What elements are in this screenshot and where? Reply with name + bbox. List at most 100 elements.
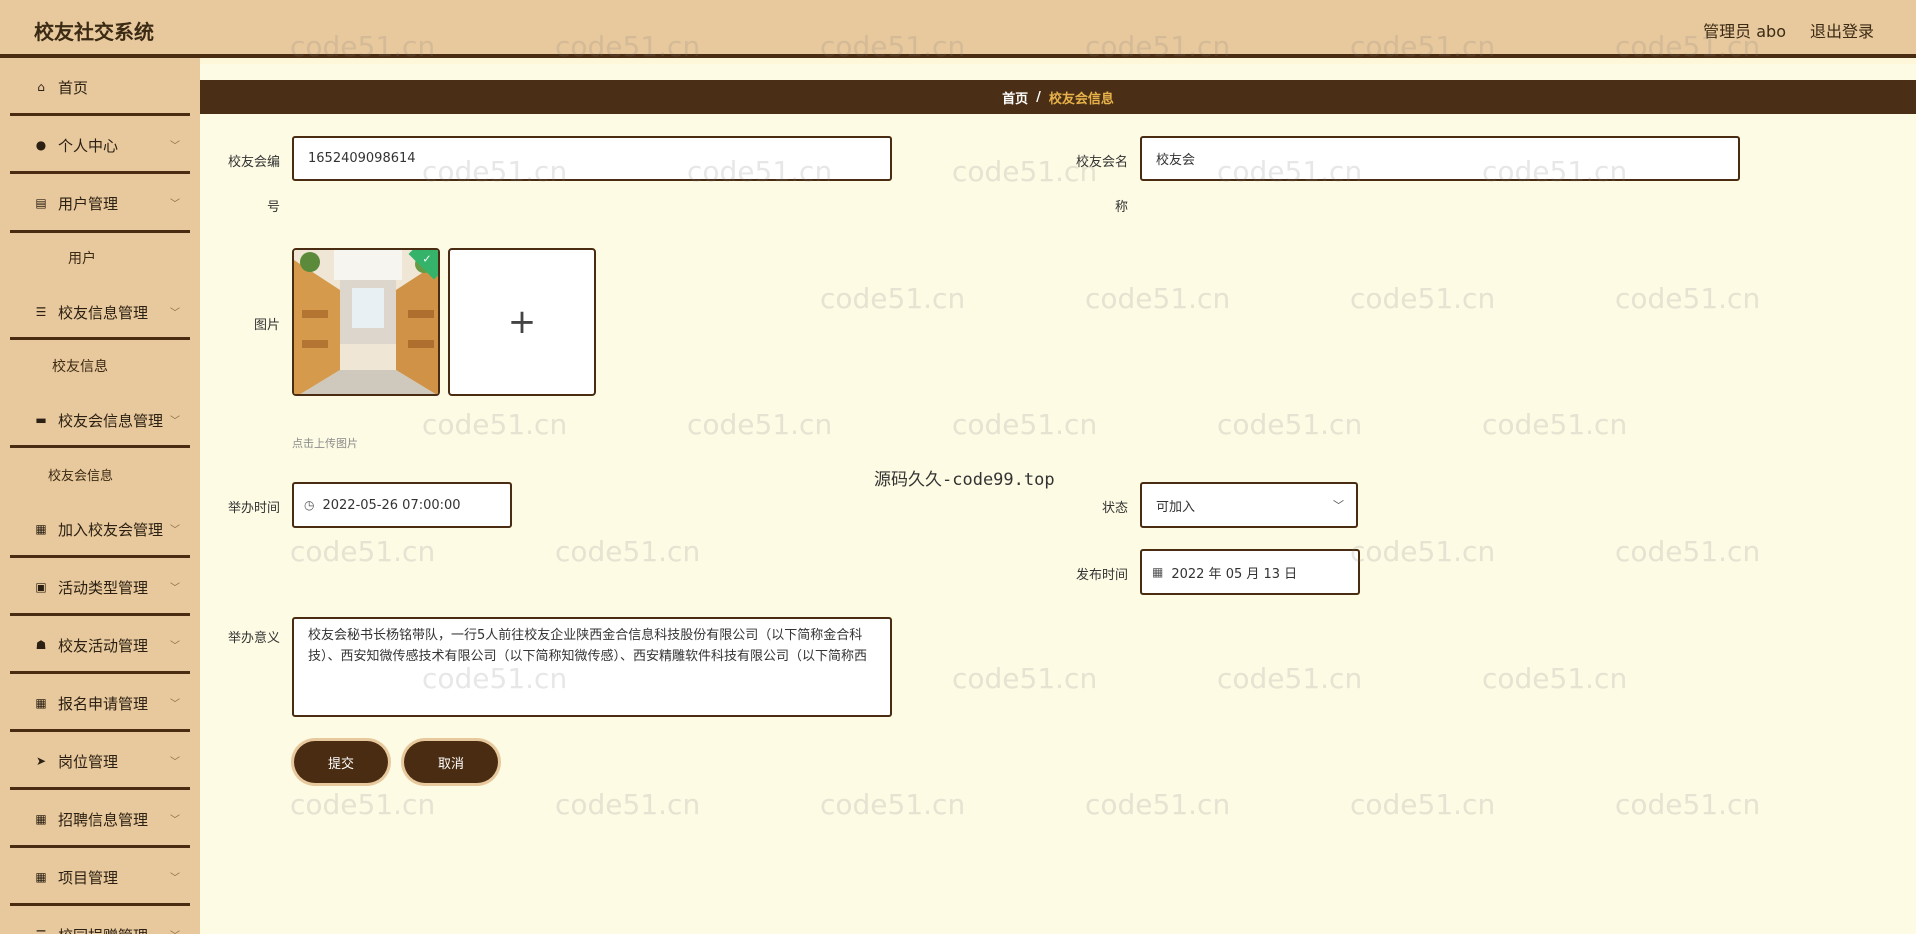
meaning-textarea-value: 校友会秘书长杨铭带队，一行5人前往校友企业陕西金合信息科技股份有限公司（以下简称… [308,628,868,664]
watermark-text: code51.cn [290,535,436,568]
watermark-text: code51.cn [1482,408,1628,441]
sidebar-item-label: 个人中心 [58,136,119,155]
name-label-line1: 校友会名 [1075,155,1128,170]
name-input-value: 校友会 [1156,153,1196,168]
top-header: 校友社交系统 管理员 abo 退出登录 [0,0,1916,58]
sidebar-item-registration-management[interactable]: ▦ 报名申请管理 ﹀ [0,674,200,732]
watermark-text: code51.cn [1350,282,1496,315]
sidebar-item-alumni-activity-management[interactable]: ☗ 校友活动管理 ﹀ [0,616,200,674]
calendar-icon: ▦ [1152,565,1164,579]
grid-icon: ▦ [35,696,47,710]
clipboard-icon: ▣ [35,580,47,594]
chart-icon: ▤ [35,196,47,210]
watermark-text: code51.cn [820,282,966,315]
sidebar-item-join-association-management[interactable]: ▦ 加入校友会管理 ﹀ [0,500,200,558]
logout-link[interactable]: 退出登录 [1810,18,1874,42]
chevron-down-icon: ﹀ [170,582,180,594]
sidebar-item-label: 首页 [58,78,89,97]
plus-icon: + [507,302,537,342]
publish-time-label: 发布时间 [1075,568,1128,583]
watermark-text: code51.cn [1615,535,1761,568]
submit-button[interactable]: 提交 [294,741,388,783]
chevron-down-icon: ﹀ [170,140,180,152]
sidebar-item-profile[interactable]: ● 个人中心 ﹀ [0,116,200,174]
status-select[interactable]: 可加入 ﹀ [1140,482,1358,528]
code-input[interactable]: 1652409098614 [292,136,892,181]
code-label-line1: 校友会编 [227,155,280,170]
chevron-down-icon: ﹀ [170,415,180,427]
thumb-icon: ☗ [35,638,47,652]
watermark-text: code51.cn [1615,788,1761,821]
sliders-icon: ☰ [34,928,48,934]
watermark-text: code51.cn [555,788,701,821]
briefcase-icon: ▬ [35,413,47,427]
sidebar-item-project-management[interactable]: ▦ 项目管理 ﹀ [0,848,200,906]
sidebar-item-label: 项目管理 [58,868,119,887]
sidebar-item-label: 招聘信息管理 [58,810,149,829]
cancel-button[interactable]: 取消 [404,741,498,783]
publish-date-picker[interactable]: ▦ 2022 年 05 月 13 日 [1140,549,1360,595]
chevron-down-icon: ﹀ [170,198,180,210]
name-label-line2: 称 [1114,200,1128,215]
sidebar-item-label: 活动类型管理 [58,578,149,597]
code-label: 校友会编 [222,151,280,170]
meaning-textarea[interactable]: 校友会秘书长杨铭带队，一行5人前往校友企业陕西金合信息科技股份有限公司（以下简称… [292,617,892,717]
meaning-label: 举办意义 [227,631,280,646]
chevron-down-icon: ﹀ [170,756,180,768]
sidebar-item-label: 校友信息管理 [58,303,149,322]
uploaded-image-thumbnail[interactable]: ✓ [292,248,440,396]
sidebar-subitem-association-info[interactable]: 校友会信息 [0,448,200,500]
code-input-value: 1652409098614 [308,151,416,166]
breadcrumb-separator: / [1036,89,1041,105]
watermark-text: code51.cn [1350,788,1496,821]
watermark-text: code51.cn [1350,535,1496,568]
sidebar-item-home[interactable]: ⌂ 首页 [0,58,200,116]
clock-icon: ◷ [304,498,315,512]
app-title: 校友社交系统 [34,20,154,44]
top-strip [200,58,1916,64]
sidebar-item-association-info-management[interactable]: ▬ 校友会信息管理 ﹀ [0,392,200,448]
breadcrumb-home[interactable]: 首页 [1002,88,1028,107]
sidebar-subitem-user[interactable]: 用户 [0,232,200,284]
chevron-down-icon: ﹀ [170,814,180,826]
hold-time-value: 2022-05-26 07:00:00 [322,497,461,513]
grid-icon: ▦ [35,812,47,826]
sidebar-item-recruitment-management[interactable]: ▦ 招聘信息管理 ﹀ [0,790,200,848]
sidebar-item-user-management[interactable]: ▤ 用户管理 ﹀ [0,174,200,232]
sidebar-item-donation-management[interactable]: ☰ 校园捐赠管理 ﹀ [0,906,200,934]
watermark-text: code51.cn [1217,408,1363,441]
upload-add-button[interactable]: + [448,248,596,396]
sidebar-item-activity-type-management[interactable]: ▣ 活动类型管理 ﹀ [0,558,200,616]
hold-time-picker[interactable]: ◷ 2022-05-26 07:00:00 [292,482,512,528]
sliders-icon: ☰ [35,305,47,319]
image-label: 图片 [253,318,280,333]
hold-time-label: 举办时间 [227,501,280,516]
chevron-down-icon: ﹀ [1333,499,1344,512]
upload-tip: 点击上传图片 [292,437,358,450]
watermark-text: code51.cn [1615,282,1761,315]
sidebar-subitem-alumni-info[interactable]: 校友信息 [0,340,200,392]
sidebar-item-label: 加入校友会管理 [58,520,164,539]
user-icon: ● [35,138,47,152]
status-label: 状态 [1101,501,1128,516]
watermark-text: code51.cn [952,662,1098,695]
watermark-text: code51.cn [687,408,833,441]
divider [10,230,190,233]
send-icon: ➤ [35,754,47,768]
sidebar-item-label: 校友会信息管理 [58,411,164,430]
classroom-photo [294,250,438,394]
watermark-text: code51.cn [1482,662,1628,695]
chevron-down-icon: ﹀ [170,640,180,652]
sidebar-item-alumni-info-management[interactable]: ☰ 校友信息管理 ﹀ [0,284,200,340]
watermark-text: code51.cn [422,408,568,441]
sidebar-item-label: 用户管理 [58,194,119,213]
breadcrumb-current: 校友会信息 [1048,91,1114,107]
watermark-text: code51.cn [820,788,966,821]
name-input[interactable]: 校友会 [1140,136,1740,181]
sidebar-item-label: 报名申请管理 [58,694,149,713]
publish-time-value: 2022 年 05 月 13 日 [1171,566,1298,582]
watermark-text: code51.cn [1085,788,1231,821]
status-selected-value: 可加入 [1156,499,1196,515]
chevron-down-icon: ﹀ [170,927,180,934]
sidebar-item-position-management[interactable]: ➤ 岗位管理 ﹀ [0,732,200,790]
